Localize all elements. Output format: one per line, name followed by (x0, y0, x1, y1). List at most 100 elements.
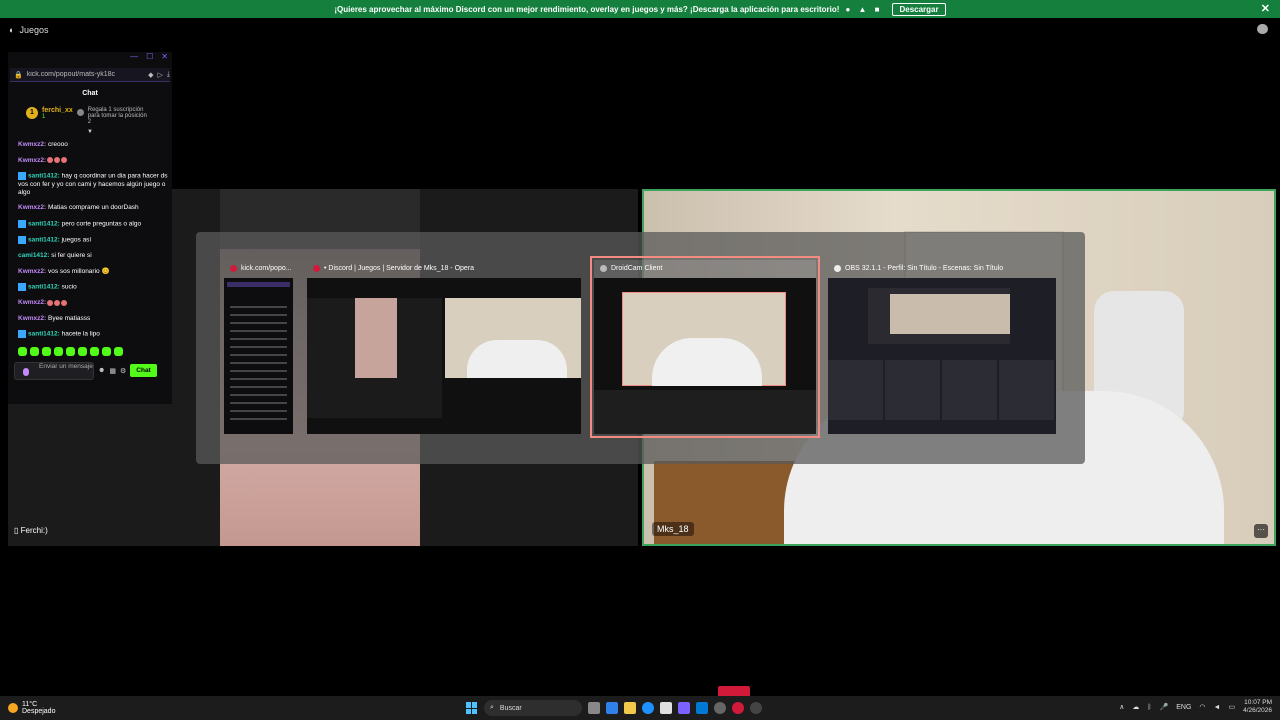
chat-text: vos sos millonario 😊 (46, 267, 110, 275)
chat-username[interactable]: Kwmxz2: (18, 204, 46, 211)
chat-username[interactable]: Kwmxz2: (18, 268, 46, 275)
emote-icon[interactable] (90, 346, 99, 356)
settings-icon[interactable] (714, 702, 726, 714)
channel-header: ◖ Juegos (0, 18, 1280, 42)
switcher-window-obs[interactable]: OBS 32.1.1 - Perfil: Sin Título - Escena… (828, 260, 1056, 434)
windows-start-icon[interactable] (466, 702, 478, 714)
store-icon[interactable] (660, 702, 672, 714)
chat-message: santi1412: hacete la lipo (18, 330, 172, 339)
emote-icon[interactable] (102, 346, 111, 356)
chevron-up-icon[interactable]: ∧ (1119, 703, 1124, 711)
weather-icon (8, 703, 18, 713)
battery-icon[interactable]: ▭ (1228, 703, 1235, 711)
chat-messages: Kwmxz2: creooo Kwmxz2: santi1412: hay q co… (18, 141, 172, 339)
gift-leaderboard: 1 ferchi_xx 1 Regala 1 suscripción para … (26, 107, 172, 125)
emote-icon (61, 299, 68, 306)
task-view-icon[interactable] (588, 702, 600, 714)
download-icon[interactable]: ⤓ (167, 71, 170, 79)
microphone-icon[interactable]: 🎤 (1160, 703, 1169, 711)
chevron-down-icon[interactable]: ▼ (8, 129, 172, 135)
file-explorer-icon[interactable] (624, 702, 636, 714)
banner-text: ¡Quieres aprovechar al máximo Discord co… (334, 4, 840, 14)
obs-taskbar-icon[interactable] (750, 702, 762, 714)
weather-temp: 11°C (22, 701, 38, 708)
emote-icon (54, 299, 61, 306)
clock[interactable]: 10:07 PM 4/26/2026 (1243, 699, 1272, 715)
leader-count: 1 (42, 114, 46, 120)
chat-username[interactable]: Kwmxz2: (18, 299, 46, 306)
language-indicator[interactable]: ENG (1176, 704, 1191, 711)
edge-icon[interactable] (642, 702, 654, 714)
chat-username[interactable]: santi1412: (28, 220, 60, 227)
chat-message: Kwmxz2: vos sos millonario 😊 (18, 268, 172, 276)
emote-icon (47, 156, 54, 163)
switcher-window-discord[interactable]: • Discord | Juegos | Servidor de Mks_18 … (307, 260, 581, 434)
send-icon[interactable]: ▷ (158, 71, 163, 79)
taskbar-center: ⌕ Buscar (466, 700, 762, 716)
emote-icon[interactable] (18, 346, 27, 356)
maximize-icon[interactable]: ☐ (146, 52, 153, 66)
gift-button-icon[interactable]: ▦ (109, 367, 116, 375)
chat-username[interactable]: Kwmxz2: (18, 141, 46, 148)
close-icon[interactable]: ✕ (161, 52, 168, 66)
switcher-window-kick[interactable]: kick.com/popo... (224, 260, 293, 434)
minimize-icon[interactable]: — (130, 52, 138, 66)
volume-icon[interactable]: ◄ (1214, 704, 1221, 711)
chat-message: santi1412: pero corte preguntas o algo (18, 219, 172, 229)
download-button[interactable]: Descargar (892, 2, 946, 16)
chat-username[interactable]: santi1412: (28, 173, 60, 180)
active-app-indicator (718, 686, 750, 696)
chat-text: creooo (46, 141, 68, 148)
opera-taskbar-icon[interactable] (732, 702, 744, 714)
chat-message: santi1412: juegos así (18, 235, 172, 245)
window-title: kick.com/popo... (241, 264, 292, 272)
chat-message: santi1412: sucio (18, 283, 172, 292)
chat-username[interactable]: santi1412: (28, 331, 60, 338)
mail-icon[interactable] (696, 702, 708, 714)
chat-bubble-icon[interactable] (1257, 24, 1268, 34)
taskbar-search[interactable]: ⌕ Buscar (484, 700, 582, 716)
chat-username[interactable]: cami1412: (18, 252, 49, 259)
emoji-icon[interactable]: ☻ (98, 367, 105, 374)
emote-icon[interactable] (114, 346, 123, 356)
emote-bar (18, 346, 172, 356)
participant-label-ferchi: ▯ Ferchi:) (14, 526, 48, 535)
window-title: • Discord | Juegos | Servidor de Mks_18 … (324, 264, 475, 272)
chat-text: juegos así (59, 236, 92, 244)
url-bar[interactable]: 🔒 kick.com/popout/mats-yk18c ◆ ▷ ⤓ (10, 68, 170, 82)
emote-icon[interactable] (30, 346, 39, 356)
onedrive-icon[interactable]: ☁ (1132, 703, 1139, 711)
subscriber-badge-icon (18, 330, 26, 339)
chat-username[interactable]: santi1412: (28, 237, 60, 244)
leader-name[interactable]: ferchi_xx (42, 107, 73, 114)
teams-icon[interactable] (678, 702, 690, 714)
emote-icon[interactable] (42, 346, 51, 356)
copilot-icon[interactable] (606, 702, 618, 714)
window-thumbnail (828, 278, 1056, 434)
chat-input[interactable]: Enviar un mensaje (14, 361, 94, 380)
wifi-icon[interactable]: ◠ (1199, 703, 1205, 711)
chat-username[interactable]: Kwmxz2: (18, 315, 46, 322)
emote-icon[interactable] (78, 346, 87, 356)
download-banner: ¡Quieres aprovechar al máximo Discord co… (0, 0, 1280, 18)
window-thumbnail (307, 278, 581, 434)
emote-icon[interactable] (54, 346, 63, 356)
close-banner-icon[interactable]: ✕ (1261, 2, 1270, 15)
emote-icon (61, 156, 68, 163)
weather-widget[interactable]: 11°C Despejado (0, 701, 55, 715)
chat-input-placeholder: Enviar un mensaje (39, 362, 93, 370)
chat-send-button[interactable]: Chat (130, 364, 157, 378)
channel-name: Juegos (19, 25, 49, 35)
window-thumbnail (224, 278, 293, 434)
shield-icon[interactable]: ◆ (148, 71, 153, 79)
chat-username[interactable]: Kwmxz2: (18, 157, 46, 164)
emote-icon[interactable] (66, 346, 75, 356)
subscriber-badge-icon (18, 235, 26, 244)
gear-icon[interactable]: ⚙ (120, 367, 126, 375)
switcher-window-droidcam[interactable]: DroidCam Client (590, 256, 820, 438)
more-options-icon[interactable]: ··· (1254, 524, 1268, 538)
window-controls: — ☐ ✕ (8, 52, 172, 66)
taskbar: 11°C Despejado ⌕ Buscar ∧ ☁ ᛒ 🎤 ENG ◠ ◄ … (0, 696, 1280, 720)
chat-username[interactable]: santi1412: (28, 284, 60, 291)
bluetooth-icon[interactable]: ᛒ (1147, 704, 1151, 711)
